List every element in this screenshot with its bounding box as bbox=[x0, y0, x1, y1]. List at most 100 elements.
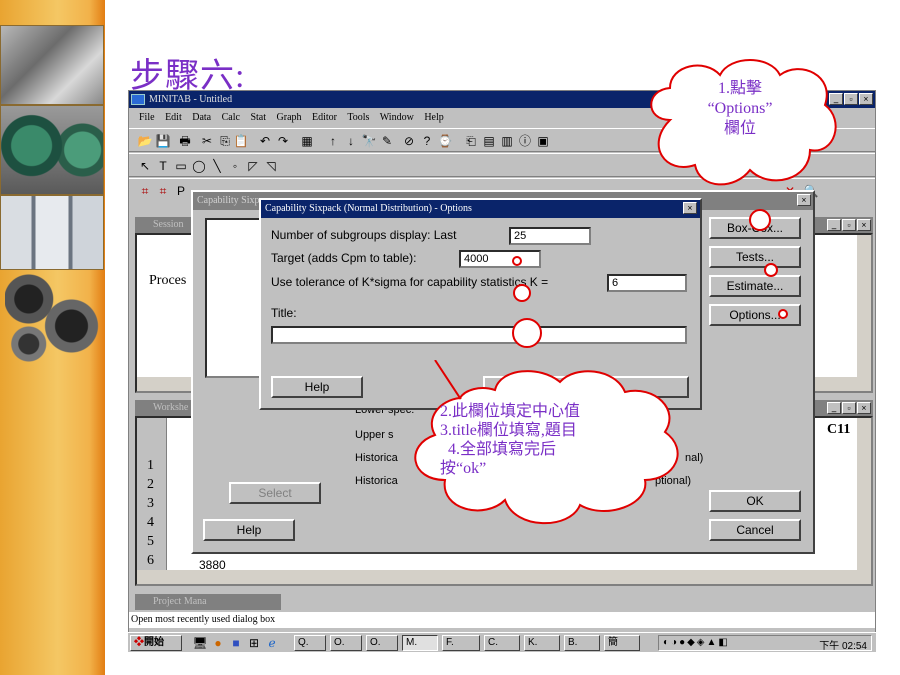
menu-file[interactable]: File bbox=[139, 112, 155, 123]
cancel-icon[interactable]: ⊘ bbox=[401, 133, 417, 149]
title-label: Title: bbox=[271, 306, 297, 320]
session-window-icon[interactable]: ⎗ bbox=[463, 133, 479, 149]
paste-icon[interactable]: 📋 bbox=[233, 133, 249, 149]
quicklaunch-icon-1[interactable]: ● bbox=[210, 635, 226, 651]
redo-icon[interactable]: ↷ bbox=[275, 133, 291, 149]
replace-icon[interactable]: ✎ bbox=[379, 133, 395, 149]
taskbar-item-active[interactable]: M. bbox=[402, 635, 438, 651]
show-desktop-icon[interactable]: 🖥 bbox=[192, 635, 208, 651]
cancel-button[interactable]: Cancel bbox=[709, 519, 801, 541]
worksheet-hscrollbar[interactable] bbox=[137, 570, 871, 584]
polygon-icon[interactable]: ◸ bbox=[245, 158, 261, 174]
callout1-text: 1.點擊 “Options” 欄位 bbox=[665, 79, 815, 139]
graph-icon[interactable]: ▥ bbox=[499, 133, 515, 149]
row-number[interactable]: 1 bbox=[147, 458, 154, 474]
callout2-line3: 4.全部填寫完后 bbox=[448, 441, 557, 458]
edit-last-dialog-icon[interactable]: ▦ bbox=[299, 133, 315, 149]
title-input[interactable] bbox=[271, 326, 687, 344]
help-button[interactable]: Help bbox=[203, 519, 295, 541]
maximize-button[interactable]: ▫ bbox=[844, 93, 858, 105]
rectangle-icon[interactable]: ▭ bbox=[173, 158, 189, 174]
options-help-button[interactable]: Help bbox=[271, 376, 363, 398]
ellipse-icon[interactable]: ◯ bbox=[191, 158, 207, 174]
worksheet-minimize-button[interactable]: _ bbox=[827, 402, 841, 414]
estimate-button[interactable]: Estimate... bbox=[709, 275, 801, 297]
taskbar-item[interactable]: F. bbox=[442, 635, 480, 651]
ok-button[interactable]: OK bbox=[709, 490, 801, 512]
copy-icon[interactable]: ⎘ bbox=[217, 133, 233, 149]
session-close-button[interactable]: × bbox=[857, 219, 871, 231]
open-icon[interactable]: 📂 bbox=[137, 133, 153, 149]
info-icon[interactable]: ⓘ bbox=[517, 133, 533, 149]
callout1-line1: 1.點擊 bbox=[717, 80, 762, 97]
dot-icon[interactable]: ◦ bbox=[227, 158, 243, 174]
find-icon[interactable]: 🔭 bbox=[361, 133, 377, 149]
cut-icon[interactable]: ✂ bbox=[199, 133, 215, 149]
row-number[interactable]: 4 bbox=[147, 515, 154, 531]
close-button[interactable]: × bbox=[859, 93, 873, 105]
menu-stat[interactable]: Stat bbox=[250, 112, 266, 123]
callout2-text: 2.此欄位填定中心值 3.title欄位填寫,題目 4.全部填寫完后 按“ok” bbox=[440, 402, 640, 478]
k-value-input[interactable]: 6 bbox=[607, 274, 687, 292]
row-number[interactable]: 5 bbox=[147, 534, 154, 550]
taskbar-item[interactable]: O. bbox=[330, 635, 362, 651]
start-button[interactable]: ❖開始 bbox=[130, 635, 182, 651]
callout2-line1: 2.此欄位填定中心值 bbox=[440, 403, 581, 420]
worksheet-maximize-button[interactable]: ▫ bbox=[842, 402, 856, 414]
stopwatch-icon[interactable]: ⌚ bbox=[437, 133, 453, 149]
menu-graph[interactable]: Graph bbox=[277, 112, 302, 123]
quicklaunch-icon-2[interactable]: ■ bbox=[228, 635, 244, 651]
quicklaunch-icon-3[interactable]: ⊞ bbox=[246, 635, 262, 651]
undo-icon[interactable]: ↶ bbox=[257, 133, 273, 149]
taskbar-item[interactable]: 簡 bbox=[604, 635, 640, 651]
worksheet-title: Workshe bbox=[153, 402, 189, 413]
session-minimize-button[interactable]: _ bbox=[827, 219, 841, 231]
start-label: 開始 bbox=[144, 637, 164, 648]
line-icon[interactable]: ╲ bbox=[209, 158, 225, 174]
print-icon[interactable]: 🖶 bbox=[177, 133, 193, 149]
worksheet-icon[interactable]: ▤ bbox=[481, 133, 497, 149]
taskbar-item[interactable]: O. bbox=[366, 635, 398, 651]
text-tool-icon[interactable]: T bbox=[155, 158, 171, 174]
column-header-c11[interactable]: C11 bbox=[827, 422, 850, 438]
polyline-icon[interactable]: ◹ bbox=[263, 158, 279, 174]
worksheet-close-button[interactable]: × bbox=[857, 402, 871, 414]
menu-tools[interactable]: Tools bbox=[347, 112, 369, 123]
menu-editor[interactable]: Editor bbox=[312, 112, 337, 123]
project-icon-1[interactable]: ⌗ bbox=[137, 183, 153, 199]
clock: 下午 02:54 bbox=[819, 641, 867, 652]
row-number[interactable]: 2 bbox=[147, 477, 154, 493]
target-input[interactable]: 4000 bbox=[459, 250, 541, 268]
project-manager-titlebar[interactable]: Project Mana bbox=[135, 594, 281, 610]
project-icon-3[interactable]: P bbox=[173, 183, 189, 199]
menu-help[interactable]: Help bbox=[424, 112, 443, 123]
minitab-logo-icon bbox=[131, 94, 145, 105]
save-icon[interactable]: 💾 bbox=[155, 133, 171, 149]
help-icon[interactable]: ? bbox=[419, 133, 435, 149]
taskbar-item[interactable]: C. bbox=[484, 635, 520, 651]
menu-edit[interactable]: Edit bbox=[165, 112, 182, 123]
menu-data[interactable]: Data bbox=[192, 112, 211, 123]
session-vscrollbar[interactable] bbox=[857, 235, 871, 377]
callout1-line2: “Options” bbox=[707, 100, 773, 117]
ie-icon[interactable]: ℯ bbox=[264, 635, 280, 651]
taskbar-item[interactable]: Q. bbox=[294, 635, 326, 651]
menu-calc[interactable]: Calc bbox=[222, 112, 240, 123]
pointer-icon[interactable]: ↖ bbox=[137, 158, 153, 174]
taskbar-item[interactable]: K. bbox=[524, 635, 560, 651]
up-arrow-icon[interactable]: ↑ bbox=[325, 133, 341, 149]
row-header-column: 1 2 3 4 5 6 bbox=[137, 418, 167, 573]
row-number[interactable]: 6 bbox=[147, 553, 154, 569]
tests-button[interactable]: Tests... bbox=[709, 246, 801, 268]
options-close-button[interactable]: × bbox=[683, 202, 697, 214]
menu-window[interactable]: Window bbox=[380, 112, 414, 123]
subgroups-input[interactable]: 25 bbox=[509, 227, 591, 245]
project-icon-2[interactable]: ⌗ bbox=[155, 183, 171, 199]
history-icon[interactable]: ▣ bbox=[535, 133, 551, 149]
down-arrow-icon[interactable]: ↓ bbox=[343, 133, 359, 149]
session-maximize-button[interactable]: ▫ bbox=[842, 219, 856, 231]
taskbar-item[interactable]: B. bbox=[564, 635, 600, 651]
select-button[interactable]: Select bbox=[229, 482, 321, 504]
row-number[interactable]: 3 bbox=[147, 496, 154, 512]
worksheet-vscrollbar[interactable] bbox=[857, 418, 871, 572]
